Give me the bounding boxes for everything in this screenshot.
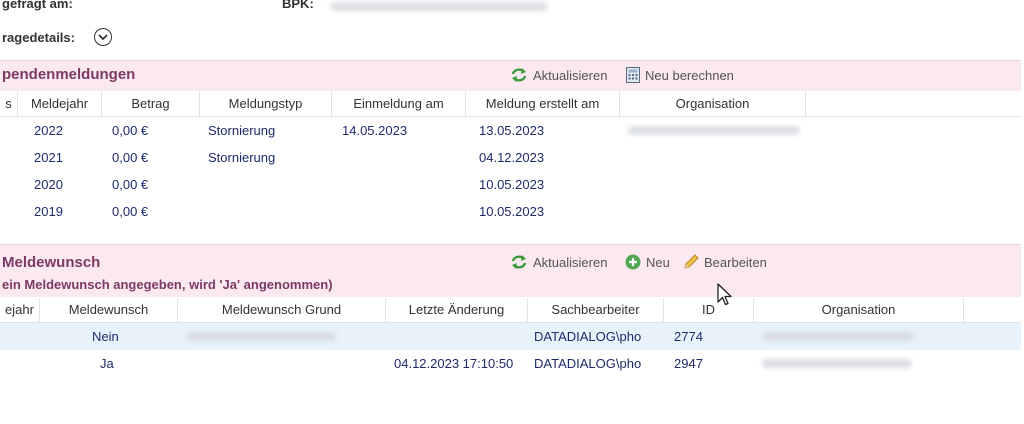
organisation-redacted [762, 359, 912, 368]
table-row[interactable]: 2021 0,00 € Stornierung 04.12.2023 [0, 144, 1021, 171]
abgefragt-label: gefragt am: [2, 0, 73, 11]
cell-id: 2947 [674, 356, 703, 371]
col-header-letzte-aenderung[interactable]: Letzte Änderung [386, 298, 528, 322]
plus-circle-icon [625, 254, 641, 270]
col-header-organisation[interactable]: Organisation [620, 92, 806, 116]
cell-betrag: 0,00 € [112, 177, 149, 192]
mouse-pointer-icon [717, 283, 732, 306]
cell-id: 2774 [674, 329, 703, 344]
col-header[interactable]: s [0, 92, 18, 116]
bearbeiten-label: Bearbeiten [704, 254, 767, 270]
cell-meldungstyp: Stornierung [208, 123, 276, 138]
cell-letzte-aenderung: 04.12.2023 17:10:50 [394, 356, 514, 371]
meldewunsch-refresh-label: Aktualisieren [533, 254, 608, 270]
table-row[interactable]: 2019 0,00 € 10.05.2023 [0, 198, 1021, 225]
col-header-sachbearbeiter[interactable]: Sachbearbeiter [528, 298, 664, 322]
calculator-icon [626, 67, 640, 83]
bpk-label: BPK: [282, 0, 314, 11]
cell-sachbearbeiter: DATADIALOG\pho [534, 356, 642, 371]
cell-meldewunsch: Ja [100, 356, 114, 371]
col-header-meldungstyp[interactable]: Meldungstyp [200, 92, 332, 116]
col-header-grund[interactable]: Meldewunsch Grund [178, 298, 386, 322]
spenden-refresh-label: Aktualisieren [533, 67, 608, 83]
bearbeiten-button[interactable]: Bearbeiten [683, 254, 767, 270]
organisation-redacted [762, 332, 914, 341]
chevron-down-icon[interactable] [94, 28, 112, 46]
cell-betrag: 0,00 € [112, 204, 149, 219]
col-header-meldejahr[interactable]: ejahr [0, 298, 40, 322]
cell-einmeldung: 14.05.2023 [342, 123, 408, 138]
cell-erstellt: 13.05.2023 [479, 123, 545, 138]
refresh-icon [511, 255, 527, 269]
meldewunsch-grid-header: ejahr Meldewunsch Meldewunsch Grund Letz… [0, 298, 1021, 323]
meldewunsch-title: Meldewunsch [2, 254, 101, 271]
meldewunsch-refresh-button[interactable]: Aktualisieren [510, 254, 607, 270]
col-header-meldewunsch[interactable]: Meldewunsch [40, 298, 178, 322]
organisation-redacted [628, 126, 800, 135]
col-header-einmeldung[interactable]: Einmeldung am [332, 92, 466, 116]
meldewunsch-note: ein Meldewunsch angegeben, wird 'Ja' ang… [2, 277, 333, 292]
col-header-meldejahr[interactable]: Meldejahr [18, 92, 102, 116]
spenden-refresh-button[interactable]: Aktualisieren [510, 67, 607, 83]
pencil-icon [684, 254, 699, 269]
cell-meldejahr: 2020 [34, 177, 63, 192]
neu-berechnen-button[interactable]: Neu berechnen [626, 67, 734, 83]
neu-berechnen-label: Neu berechnen [645, 67, 734, 83]
cell-betrag: 0,00 € [112, 123, 149, 138]
cell-meldungstyp: Stornierung [208, 150, 276, 165]
neu-button[interactable]: Neu [625, 254, 670, 270]
col-header-betrag[interactable]: Betrag [102, 92, 200, 116]
cell-sachbearbeiter: DATADIALOG\pho [534, 329, 642, 344]
table-row-selected[interactable]: Nein DATADIALOG\pho 2774 [0, 323, 1021, 350]
bpk-value-redacted [330, 2, 548, 11]
col-header-erstellt[interactable]: Meldung erstellt am [466, 92, 620, 116]
cell-meldejahr: 2019 [34, 204, 63, 219]
spenden-grid-header: s Meldejahr Betrag Meldungstyp Einmeldun… [0, 92, 1021, 117]
refresh-icon [511, 68, 527, 82]
cell-erstellt: 10.05.2023 [479, 177, 545, 192]
spendenmeldungen-title: pendenmeldungen [2, 66, 136, 83]
table-row[interactable]: Ja 04.12.2023 17:10:50 DATADIALOG\pho 29… [0, 350, 1021, 377]
cell-betrag: 0,00 € [112, 150, 149, 165]
neu-label: Neu [646, 254, 670, 270]
cell-meldewunsch: Nein [92, 329, 119, 344]
cell-meldejahr: 2022 [34, 123, 63, 138]
cell-meldejahr: 2021 [34, 150, 63, 165]
col-header-id[interactable]: ID [664, 298, 754, 322]
anfragedetails-label: ragedetails: [2, 30, 75, 45]
table-row[interactable]: 2022 0,00 € Stornierung 14.05.2023 13.05… [0, 117, 1021, 144]
table-row[interactable]: 2020 0,00 € 10.05.2023 [0, 171, 1021, 198]
grund-redacted [186, 332, 336, 341]
cell-erstellt: 10.05.2023 [479, 204, 545, 219]
cell-erstellt: 04.12.2023 [479, 150, 545, 165]
col-header-organisation[interactable]: Organisation [754, 298, 964, 322]
